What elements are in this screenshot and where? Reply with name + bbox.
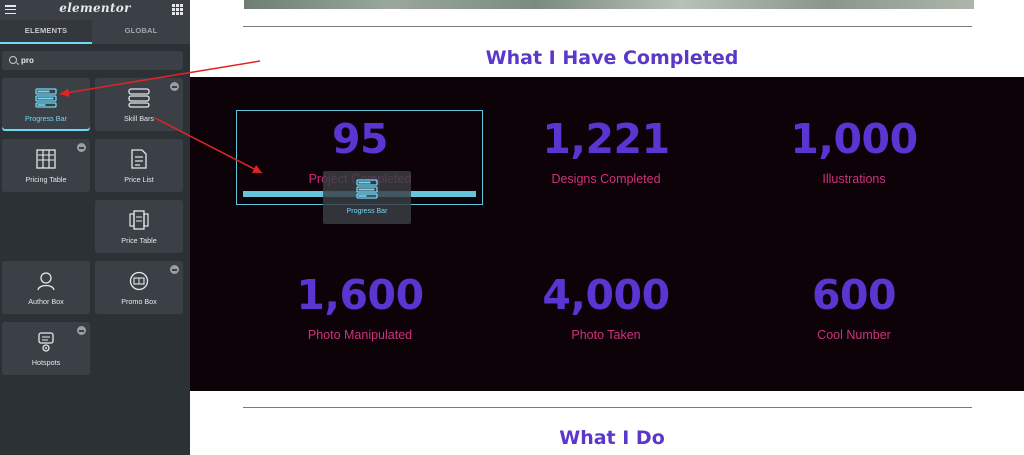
widget-label: Skill Bars	[124, 114, 154, 123]
editor-panel: elementor ELEMENTS GLOBAL pro Progress B…	[0, 0, 190, 455]
elementor-logo: elementor	[59, 1, 131, 15]
panel-header: elementor	[0, 0, 190, 20]
widget-label: Hotspots	[31, 358, 61, 367]
hero-image-bottom	[244, 0, 974, 9]
widget-label: Price List	[124, 175, 154, 184]
widget-hotspots[interactable]: Hotspots	[2, 322, 90, 375]
widget-label: Progress Bar	[25, 114, 67, 123]
counter-number: 1,600	[296, 271, 424, 319]
divider-top	[243, 26, 972, 27]
widget-pricing-table[interactable]: Pricing Table	[2, 139, 90, 192]
widget-price-table[interactable]: Price Table	[95, 200, 183, 253]
price-table-icon	[95, 210, 183, 230]
widget-skill-bars[interactable]: Skill Bars	[95, 78, 183, 131]
counter-number: 4,000	[542, 271, 670, 319]
widgets-grid-icon[interactable]	[172, 4, 183, 15]
widget-progress-bar[interactable]: Progress Bar	[2, 78, 90, 131]
elementor-editor: elementor ELEMENTS GLOBAL pro Progress B…	[0, 0, 1024, 455]
progress-bar-icon	[323, 179, 411, 199]
panel-tabs: ELEMENTS GLOBAL	[0, 20, 190, 44]
promo-box-icon	[95, 271, 183, 291]
counter-label: Illustrations	[822, 172, 886, 186]
skill-bars-icon	[95, 88, 183, 108]
counter-label: Photo Taken	[571, 328, 641, 342]
search-input[interactable]	[21, 53, 171, 68]
widget-label: Author Box	[28, 297, 64, 306]
search-icon	[9, 56, 17, 64]
counter-number: 600	[811, 271, 897, 319]
drag-ghost-widget[interactable]: Progress Bar	[323, 171, 411, 224]
widget-author-box[interactable]: Author Box	[2, 261, 90, 314]
progress-bar-icon	[2, 88, 90, 108]
widget-price-list[interactable]: Price List	[95, 139, 183, 192]
counter-label: Cool Number	[817, 328, 891, 342]
widget-promo-box[interactable]: Promo Box	[95, 261, 183, 314]
widget-search	[2, 51, 183, 70]
pricing-table-icon	[2, 149, 90, 169]
tab-elements[interactable]: ELEMENTS	[0, 20, 92, 44]
counter-label: Designs Completed	[551, 172, 661, 186]
next-section-heading: What I Do	[559, 427, 665, 449]
counter-label: Photo Manipulated	[307, 328, 413, 342]
counter-number: 1,000	[790, 115, 918, 163]
section-heading: What I Have Completed	[485, 47, 739, 69]
counter-number: 1,221	[542, 115, 670, 163]
widget-label: Price Table	[121, 236, 157, 245]
price-list-icon	[95, 149, 183, 169]
widget-label: Pricing Table	[25, 175, 67, 184]
widget-label: Promo Box	[121, 297, 157, 306]
drag-ghost-label: Progress Bar	[346, 208, 388, 215]
divider-bottom	[243, 407, 972, 408]
hotspots-icon	[2, 332, 90, 352]
author-box-icon	[2, 271, 90, 291]
tab-global[interactable]: GLOBAL	[92, 20, 190, 44]
